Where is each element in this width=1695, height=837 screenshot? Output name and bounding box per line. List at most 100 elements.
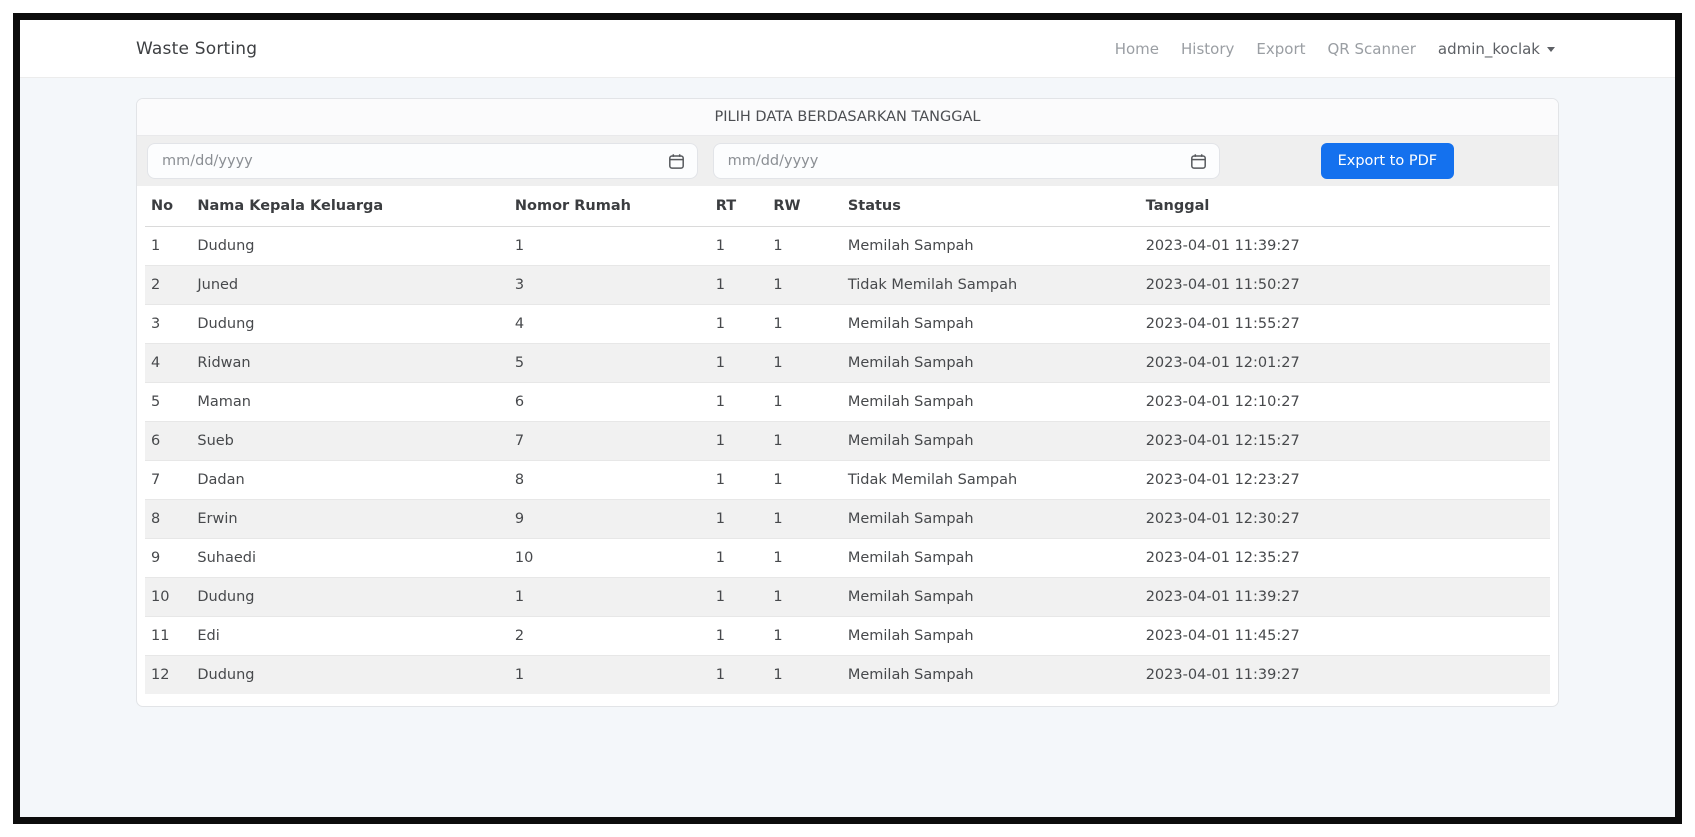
cell-nomor-rumah: 8 — [509, 461, 710, 500]
user-dropdown[interactable]: admin_koclak — [1427, 40, 1559, 58]
table-row: 2 Juned 3 1 1 Tidak Memilah Sampah 2023-… — [145, 266, 1550, 305]
cell-nomor-rumah: 2 — [509, 617, 710, 656]
export-pdf-button[interactable]: Export to PDF — [1321, 143, 1455, 179]
cell-nama: Dudung — [191, 578, 509, 617]
screenshot-frame: Waste Sorting Home History Export QR Sca… — [13, 13, 1682, 824]
cell-rt: 1 — [710, 539, 768, 578]
cell-nama: Dudung — [191, 227, 509, 266]
cell-tanggal: 2023-04-01 11:39:27 — [1140, 227, 1550, 266]
cell-no: 5 — [145, 383, 191, 422]
column-header: Nama Kepala Keluarga — [191, 186, 509, 227]
cell-rw: 1 — [767, 305, 841, 344]
column-header: Status — [842, 186, 1140, 227]
cell-rt: 1 — [710, 578, 768, 617]
cell-no: 6 — [145, 422, 191, 461]
cell-nomor-rumah: 1 — [509, 578, 710, 617]
column-header: No — [145, 186, 191, 227]
cell-status: Tidak Memilah Sampah — [842, 266, 1140, 305]
waste-sorting-table: No Nama Kepala Keluarga Nomor Rumah RT R… — [145, 186, 1550, 694]
cell-no: 10 — [145, 578, 191, 617]
nav-link[interactable]: Home — [1104, 40, 1170, 58]
date-to-input[interactable] — [726, 152, 1182, 170]
cell-rw: 1 — [767, 266, 841, 305]
nav-links: Home History Export QR Scanner — [1104, 40, 1427, 58]
cell-tanggal: 2023-04-01 12:01:27 — [1140, 344, 1550, 383]
cell-no: 4 — [145, 344, 191, 383]
cell-rw: 1 — [767, 539, 841, 578]
cell-nomor-rumah: 3 — [509, 266, 710, 305]
cell-rt: 1 — [710, 305, 768, 344]
cell-no: 3 — [145, 305, 191, 344]
cell-rw: 1 — [767, 617, 841, 656]
cell-nama: Dudung — [191, 305, 509, 344]
cell-no: 12 — [145, 656, 191, 695]
card-title: PILIH DATA BERDASARKAN TANGGAL — [137, 99, 1558, 136]
calendar-icon[interactable] — [668, 153, 685, 170]
cell-nama: Maman — [191, 383, 509, 422]
table-row: 7 Dadan 8 1 1 Tidak Memilah Sampah 2023-… — [145, 461, 1550, 500]
cell-tanggal: 2023-04-01 11:50:27 — [1140, 266, 1550, 305]
chevron-down-icon — [1547, 47, 1555, 52]
column-header: RW — [767, 186, 841, 227]
cell-rw: 1 — [767, 656, 841, 695]
cell-rt: 1 — [710, 227, 768, 266]
cell-nomor-rumah: 6 — [509, 383, 710, 422]
cell-rw: 1 — [767, 227, 841, 266]
calendar-icon[interactable] — [1190, 153, 1207, 170]
user-dropdown-label: admin_koclak — [1438, 40, 1540, 58]
cell-rt: 1 — [710, 344, 768, 383]
cell-tanggal: 2023-04-01 12:23:27 — [1140, 461, 1550, 500]
nav-link[interactable]: Export — [1245, 40, 1316, 58]
cell-nama: Suhaedi — [191, 539, 509, 578]
cell-no: 9 — [145, 539, 191, 578]
cell-no: 2 — [145, 266, 191, 305]
table-row: 3 Dudung 4 1 1 Memilah Sampah 2023-04-01… — [145, 305, 1550, 344]
cell-nomor-rumah: 4 — [509, 305, 710, 344]
cell-status: Memilah Sampah — [842, 227, 1140, 266]
cell-rt: 1 — [710, 266, 768, 305]
cell-rt: 1 — [710, 656, 768, 695]
cell-nomor-rumah: 9 — [509, 500, 710, 539]
table-row: 4 Ridwan 5 1 1 Memilah Sampah 2023-04-01… — [145, 344, 1550, 383]
page-content: PILIH DATA BERDASARKAN TANGGAL — [20, 78, 1675, 707]
table-row: 10 Dudung 1 1 1 Memilah Sampah 2023-04-0… — [145, 578, 1550, 617]
cell-no: 11 — [145, 617, 191, 656]
cell-tanggal: 2023-04-01 11:39:27 — [1140, 656, 1550, 695]
cell-status: Memilah Sampah — [842, 344, 1140, 383]
table-row: 6 Sueb 7 1 1 Memilah Sampah 2023-04-01 1… — [145, 422, 1550, 461]
cell-status: Memilah Sampah — [842, 539, 1140, 578]
cell-rw: 1 — [767, 422, 841, 461]
cell-rt: 1 — [710, 422, 768, 461]
cell-nomor-rumah: 1 — [509, 656, 710, 695]
nav-link[interactable]: QR Scanner — [1317, 40, 1427, 58]
nav-link[interactable]: History — [1170, 40, 1245, 58]
cell-nama: Dudung — [191, 656, 509, 695]
cell-rw: 1 — [767, 344, 841, 383]
filter-row: Export to PDF — [137, 136, 1558, 186]
table-header-row: No Nama Kepala Keluarga Nomor Rumah RT R… — [145, 186, 1550, 227]
table-row: 11 Edi 2 1 1 Memilah Sampah 2023-04-01 1… — [145, 617, 1550, 656]
brand-link[interactable]: Waste Sorting — [136, 39, 257, 59]
cell-tanggal: 2023-04-01 12:10:27 — [1140, 383, 1550, 422]
cell-rw: 1 — [767, 500, 841, 539]
cell-status: Memilah Sampah — [842, 383, 1140, 422]
table-row: 5 Maman 6 1 1 Memilah Sampah 2023-04-01 … — [145, 383, 1550, 422]
cell-rw: 1 — [767, 578, 841, 617]
date-from-input[interactable] — [160, 152, 660, 170]
cell-no: 1 — [145, 227, 191, 266]
cell-nomor-rumah: 5 — [509, 344, 710, 383]
cell-status: Memilah Sampah — [842, 305, 1140, 344]
cell-nama: Sueb — [191, 422, 509, 461]
cell-nomor-rumah: 1 — [509, 227, 710, 266]
cell-no: 7 — [145, 461, 191, 500]
cell-nama: Dadan — [191, 461, 509, 500]
table-row: 12 Dudung 1 1 1 Memilah Sampah 2023-04-0… — [145, 656, 1550, 695]
date-filter-card: PILIH DATA BERDASARKAN TANGGAL — [136, 98, 1559, 707]
cell-nama: Ridwan — [191, 344, 509, 383]
cell-status: Memilah Sampah — [842, 656, 1140, 695]
column-header: Nomor Rumah — [509, 186, 710, 227]
cell-tanggal: 2023-04-01 11:45:27 — [1140, 617, 1550, 656]
cell-tanggal: 2023-04-01 12:35:27 — [1140, 539, 1550, 578]
cell-nomor-rumah: 10 — [509, 539, 710, 578]
cell-nama: Erwin — [191, 500, 509, 539]
